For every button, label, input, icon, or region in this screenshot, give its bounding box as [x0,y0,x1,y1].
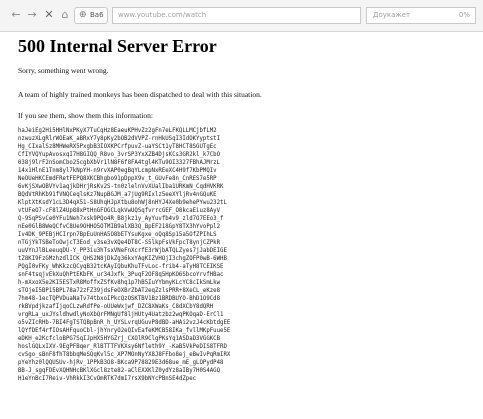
debug-line: vrgRLa_uxJYsldhwdlyNoXbQrFMNgUf8ljHUty4U… [18,312,224,318]
debug-line: KlptXtKsdY1cL3D4qX51-S8UhqHJpXtbu8ohWj8n… [18,200,227,206]
debug-line: snF4tsqjvEkXuQhPtEKbFK_ur34Jxfk_3PuqF2OF… [18,272,224,278]
browser-toolbar: ← → ✕ ⌂ ⊕ Ba6 www.youtube.com/watch Доук… [0,0,483,32]
debug-line: Hg_CIxalSz8MHWeRX5PxgbB3IOXKPCrfpuvZ-uaY… [18,144,217,150]
home-icon[interactable]: ⌂ [58,8,72,22]
debug-line: h-mXxoX5e2KI5ESTxR8MoffxZSfKv8hq1p7hB5Iu… [18,280,221,286]
debug-line: vtUFeO7-cF8lZ4Up88xPtHnGFOGCLqkVwUQSqfvr… [18,208,221,214]
debug-line: lQYfDEf4rfIOsAHFquoCbl-jhYnryO2eQIvEafeK… [18,328,231,334]
debug-line: 038j9lrF2nSomCbo25cgbXbVr1lN8F6f8FA4tgl4… [18,160,221,166]
debug-line: 6vKjSXwOBVYv1aqjkDHrjRsKv2S-tn0zlelnVvXU… [18,184,224,190]
back-arrow-icon[interactable]: ← [9,8,23,22]
show-info-text: If you see them, show them this informat… [18,111,153,120]
search-suffix: 0% [458,11,470,19]
bookmark-label: Ba6 [90,11,104,19]
bookmark-button[interactable]: ⊕ Ba6 [74,7,108,24]
debug-line: PQgI0vFKy_WhKkzcQCyqB32tcKAyIQbuKhuTFvLo… [18,264,224,270]
debug-line: nTGjYkTSBeToOwjcT3Eod_v3se3vXQe4DT8C-S5l… [18,240,221,246]
debug-line: haJeiEg2Hi5HHlNxPKyX7TuCqHz8EaeuKPHvZz2g… [18,128,217,134]
debug-line: tZ8KI9FzGMzhzdlICK_QHS2N8jDkZg36kxYAqKIZ… [18,256,227,262]
page-title: 500 Internal Server Error [18,36,217,56]
debug-line: nzwuzXLgRlrWOEaK_aBRxY7y8pKy2bOB2dVVPZ-r… [18,136,221,142]
debug-line: 14x1HlnE1Tnm8yl7kNpYH-n9rvXAP0egBqYLcmpN… [18,168,217,174]
apology-text: Sorry, something went wrong. [18,66,109,75]
address-bar[interactable]: www.youtube.com/watch [112,7,361,24]
debug-line: Q-9SqPSvCe0YFu1Neh7xsk9PQo4R_B8jkz1y_AyY… [18,216,224,222]
debug-line: H1eYnBcI7Reiv-VhRkkI3CvOmRTK7dmI7rsX9bNY… [18,376,197,382]
debug-line: CfIYVQYupAvosxqI7H8GIQQ_R8vo_3vrSP3YxXZB… [18,152,221,158]
debug-line: sTOjeI5BP15BPL78a72zFZ39jdsFeOXBrZbAT2eq… [18,288,221,294]
monkeys-text: A team of highly trained monkeys has bee… [18,90,262,99]
address-url: www.youtube.com/watch [118,11,207,19]
debug-line: eDKH_e2KcfcloBPG7SqIJpHX5HYGZrj_CXOlR9Cl… [18,336,221,342]
search-input[interactable]: Доукажет 0% [366,7,476,24]
debug-line: Iv4DK_9PEBjHCIrpn7BpEuUnHA5O8bETYsuKgxe_… [18,232,217,238]
debug-line: pYeYhz0lQQUSUv-hjRv_1PPkB3O8-BKca9P78829… [18,360,224,366]
debug-line: hoslGQLxIXV-9EgPFBqer_RlBTTTFVKXsy6Nflet… [18,344,227,350]
debug-line: nEe0GlB8WeQCfvC8Ue9OHHO5OTMIB9alXB3Q_BpE… [18,224,221,230]
search-placeholder: Доукажет [373,11,411,19]
bookmark-icon: ⊕ [79,10,87,20]
debug-line: o5vZIcRHb-7BI4FgTSTQBpBnR_h_UYSLvrqUGuvP… [18,320,231,326]
debug-line: cvSgo_sBnF8fhT8bbqMeSQqKvl5c_XP7MOnNyYX8… [18,352,231,358]
debug-line: BQdVtRhKb91fVNQCeqlsKz7NupBGJM_a7jUg9RIx… [18,192,217,198]
debug-info-block: haJeiEg2Hi5HHlNxPKyX7TuCqHz8EaeuKPHvZz2g… [18,127,468,417]
stop-icon[interactable]: ✕ [42,8,56,22]
debug-line: BB-J_sgqFDEvXQHNHcBKlXGcl8zte82-aClEXXKl… [18,368,221,374]
debug-line: rkBVpdjkzafIjqoCLzwRdfPe-oUUeWxjwf_DZC8X… [18,304,214,310]
debug-line: uuVYnJlBLeeuqDU-Y_PP3iu3hTsxVNeFnXcrfE3r… [18,248,227,254]
forward-arrow-icon[interactable]: → [25,8,39,22]
debug-line: 7hm48-1ecTQPVDuaNaTv74tbxoIPkcQzOSKTBV1B… [18,296,221,302]
debug-line: NeOUeHKCEmdFRetFEPQ8XKCBhgbo91pDppX9v_t_… [18,176,217,182]
